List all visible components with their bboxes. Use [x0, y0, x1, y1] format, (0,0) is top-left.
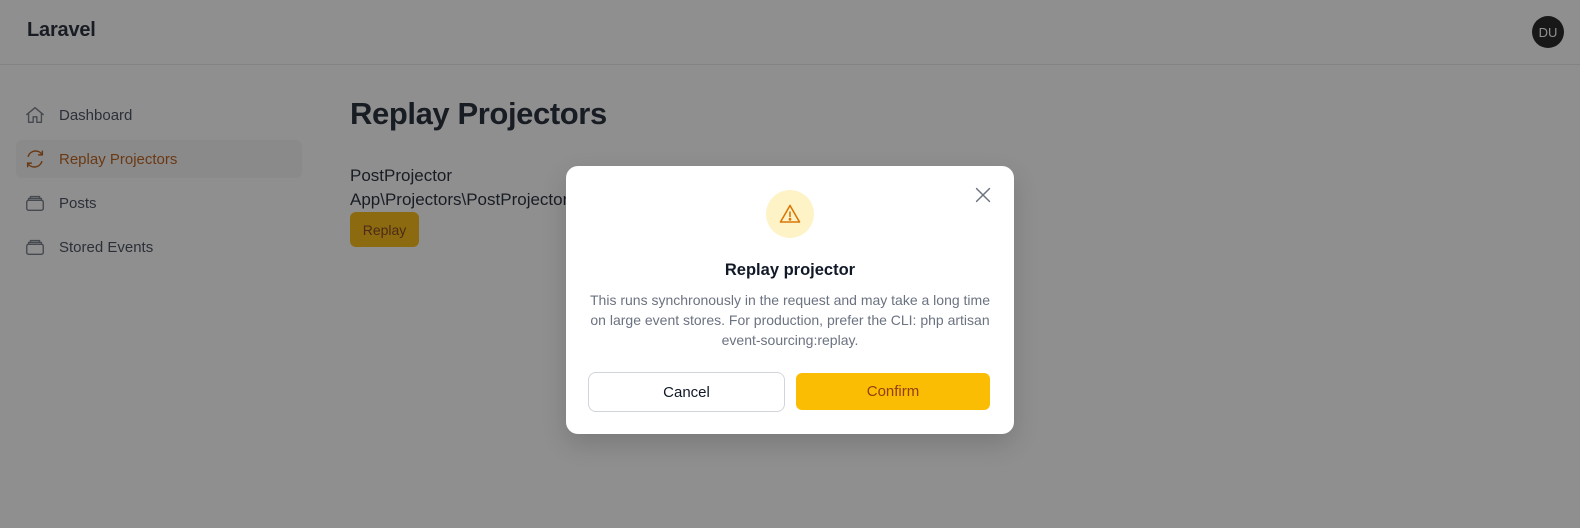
close-button[interactable] — [972, 184, 994, 206]
confirm-modal: Replay projector This runs synchronously… — [566, 166, 1014, 434]
warning-icon — [779, 204, 801, 223]
close-icon — [975, 187, 991, 203]
warning-badge — [766, 190, 814, 238]
modal-title: Replay projector — [724, 261, 856, 279]
confirm-button[interactable]: Confirm — [796, 373, 990, 410]
cancel-button[interactable]: Cancel — [588, 372, 785, 412]
modal-message: This runs synchronously in the request a… — [590, 292, 990, 348]
app-root: Laravel DU Dashboard Replay — [0, 0, 1580, 528]
